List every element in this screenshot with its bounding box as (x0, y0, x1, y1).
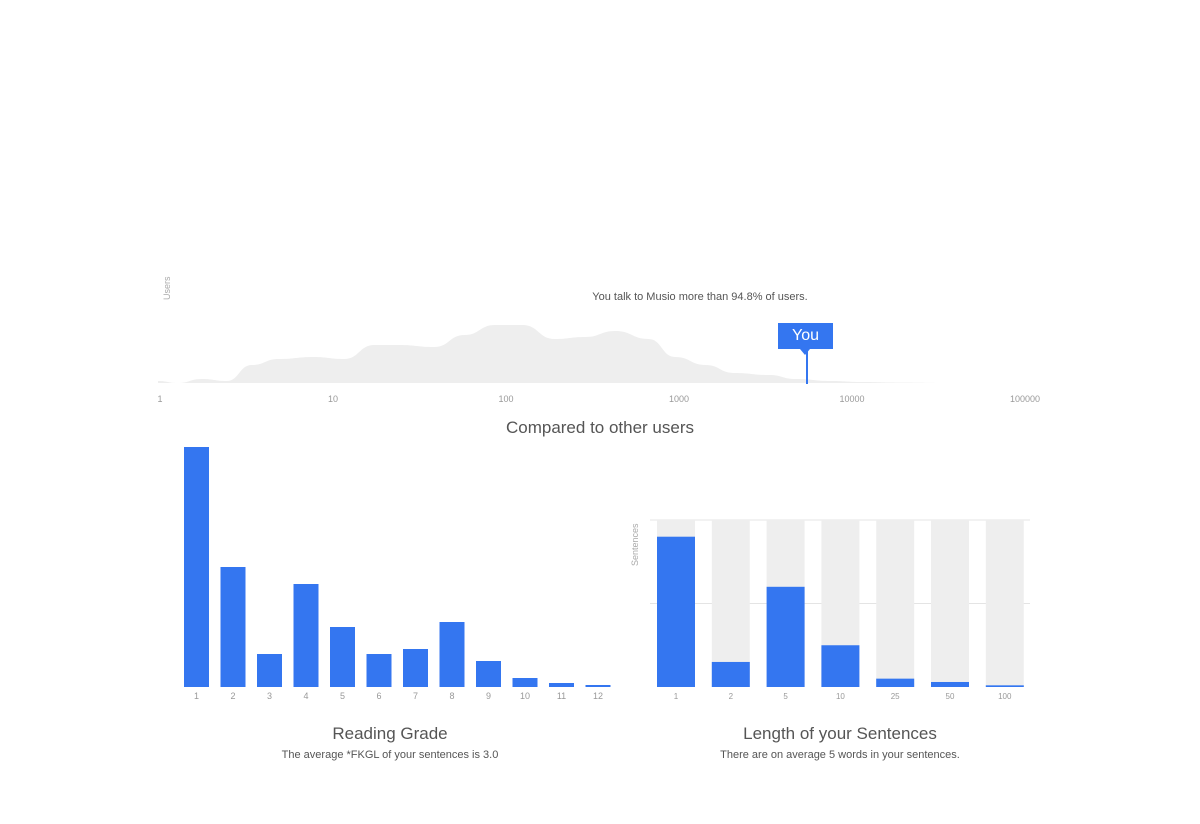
reading-grade-tick: 2 (230, 691, 235, 701)
sentence-length-track (931, 520, 969, 687)
reading-grade-bar (549, 683, 574, 687)
reading-grade-bar (184, 447, 209, 687)
bar-charts: 1 2 3 4 5 6 7 8 9 10 11 12 1 2 5 10 25 50 100 (184, 447, 1030, 701)
reading-grade-bar (439, 622, 465, 687)
reading-grade-tick: 7 (413, 691, 418, 701)
reading-grade-tick: 12 (593, 691, 603, 701)
reading-grade-tick: 9 (486, 691, 491, 701)
reading-grade-bar (476, 661, 501, 687)
sentence-length-tick: 100 (998, 692, 1012, 701)
reading-grade-bar (220, 567, 246, 687)
sentence-length-bar (766, 586, 805, 687)
sentence-length-bar (931, 681, 969, 687)
sentence-length-bar (711, 661, 750, 687)
sentence-length-title: Length of your Sentences (743, 724, 937, 743)
reading-grade-tick: 11 (557, 691, 566, 701)
sentence-length-bar (985, 685, 1024, 687)
sentences-axis-label: Sentences (630, 523, 640, 566)
reading-grade-bar (330, 627, 355, 687)
sentence-length-tick: 10 (836, 692, 845, 701)
reading-grade-title: Reading Grade (332, 724, 448, 743)
reading-grade-tick: 10 (520, 691, 530, 701)
sentence-length-subtitle: There are on average 5 words in your sen… (720, 749, 960, 761)
reading-grade-bar (293, 584, 319, 687)
reading-grade-tick: 6 (376, 691, 381, 701)
reading-grade-bar (585, 685, 611, 687)
reading-grade-subtitle: The average *FKGL of your sentences is 3… (281, 749, 499, 761)
reading-grade-bar (403, 649, 428, 687)
sentence-length-tick: 2 (729, 692, 734, 701)
sentence-length-tick: 25 (891, 692, 900, 701)
sentence-length-track (985, 520, 1024, 687)
sentence-length-track (876, 520, 915, 687)
sentence-length-tick: 5 (783, 692, 788, 701)
reading-grade-bar (512, 678, 538, 687)
reading-grade-bar (366, 654, 392, 687)
sentence-length-tick: 50 (946, 692, 955, 701)
reading-grade-tick: 4 (303, 691, 308, 701)
reading-grade-tick: 3 (267, 691, 272, 701)
reading-grade-bar (257, 654, 282, 687)
sentence-length-bar (821, 645, 860, 687)
reading-grade-tick: 1 (194, 691, 199, 701)
sentence-length-tick: 1 (674, 692, 679, 701)
sentence-length-bar (876, 678, 915, 687)
reading-grade-tick: 5 (340, 691, 345, 701)
sentence-length-bar (657, 536, 695, 687)
reading-grade-tick: 8 (449, 691, 454, 701)
